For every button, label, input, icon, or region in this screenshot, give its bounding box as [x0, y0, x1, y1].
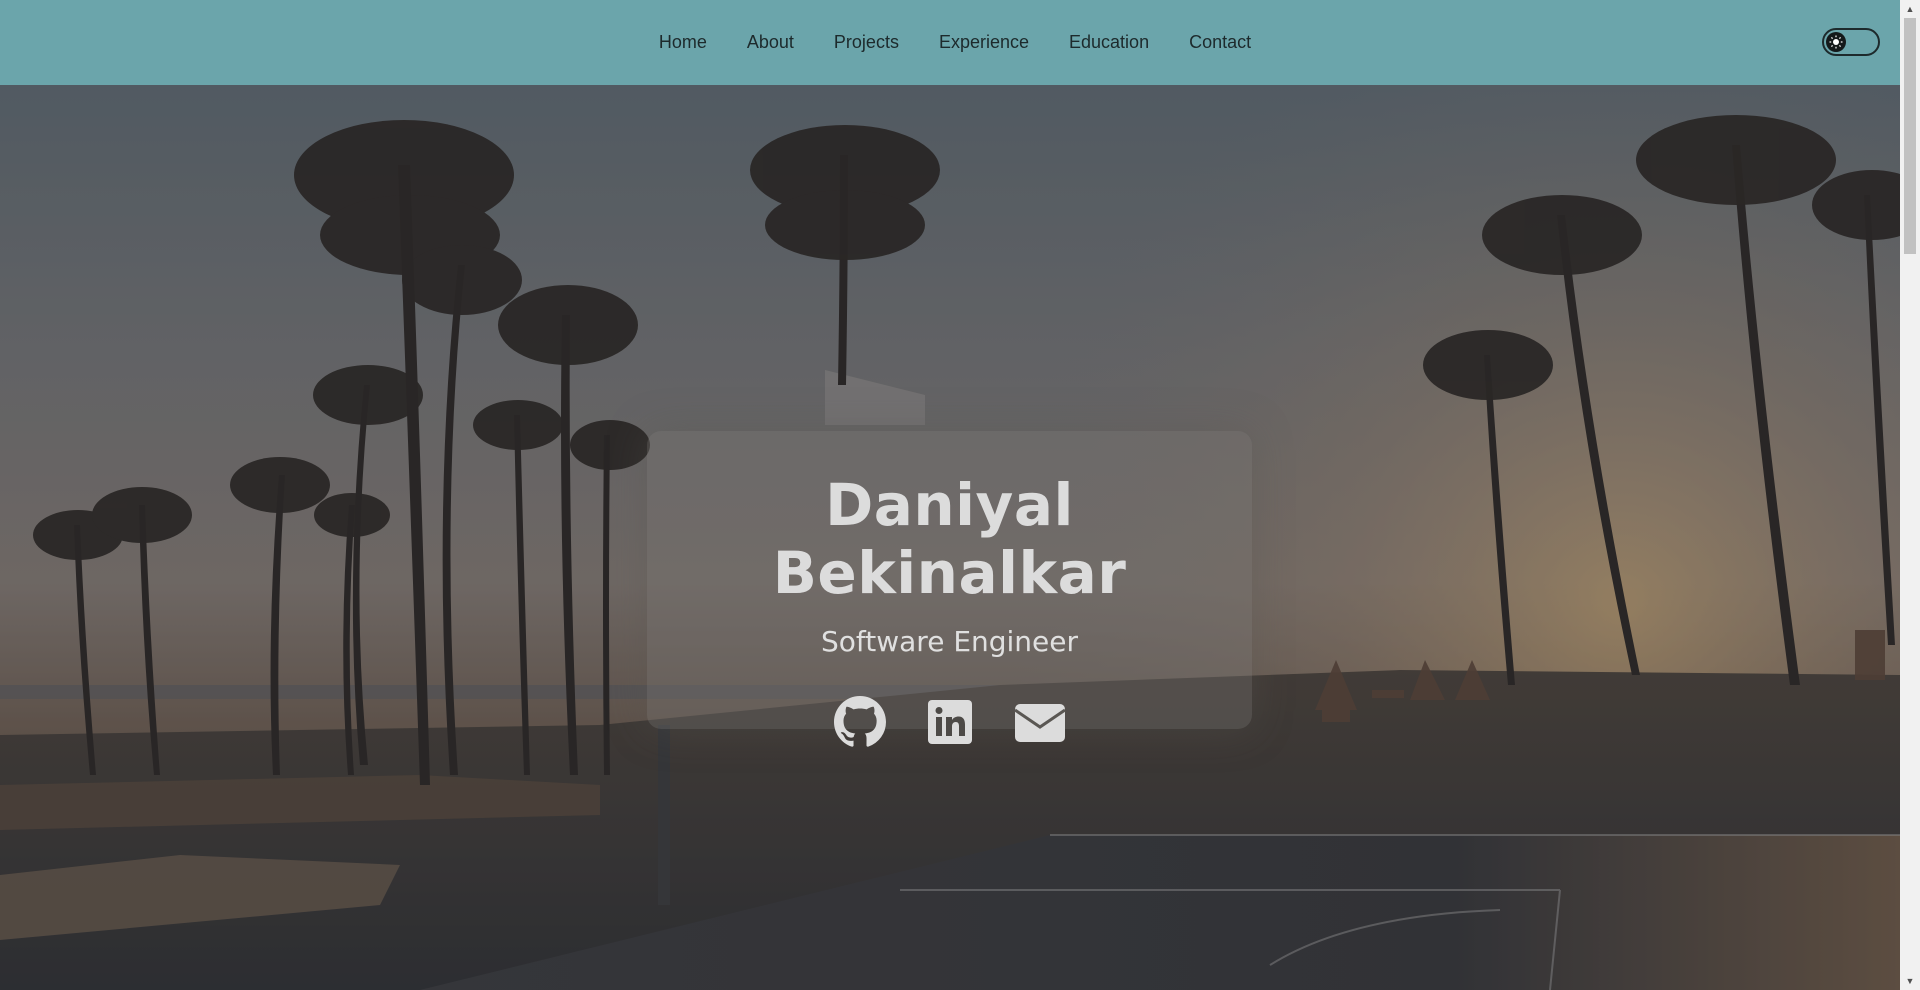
linkedin-icon[interactable]	[924, 696, 976, 748]
scroll-up-arrow-icon[interactable]: ▲	[1900, 0, 1920, 18]
hero-role: Software Engineer	[820, 625, 1079, 658]
nav-links: Home About Projects Experience Education…	[639, 0, 1271, 85]
nav-link-experience[interactable]: Experience	[919, 0, 1049, 85]
nav-link-contact[interactable]: Contact	[1169, 0, 1271, 85]
nav-link-education[interactable]: Education	[1049, 0, 1169, 85]
nav-link-home[interactable]: Home	[639, 0, 727, 85]
scroll-down-arrow-icon[interactable]: ▼	[1900, 972, 1920, 990]
top-navbar: Home About Projects Experience Education…	[0, 0, 1900, 85]
theme-toggle[interactable]	[1822, 28, 1880, 56]
email-icon[interactable]	[1013, 696, 1066, 748]
nav-link-projects[interactable]: Projects	[814, 0, 919, 85]
hero-card: Daniyal Bekinalkar Software Engineer	[647, 431, 1252, 747]
hero-section: Daniyal Bekinalkar Software Engineer	[0, 85, 1900, 990]
scrollbar-thumb[interactable]	[1904, 18, 1916, 254]
sun-icon	[1826, 32, 1846, 52]
page-scrollbar[interactable]: ▲ ▼	[1900, 0, 1920, 990]
nav-link-about[interactable]: About	[727, 0, 814, 85]
hero-name: Daniyal Bekinalkar	[772, 471, 1127, 607]
social-links	[647, 696, 1252, 748]
github-icon[interactable]	[833, 696, 886, 748]
